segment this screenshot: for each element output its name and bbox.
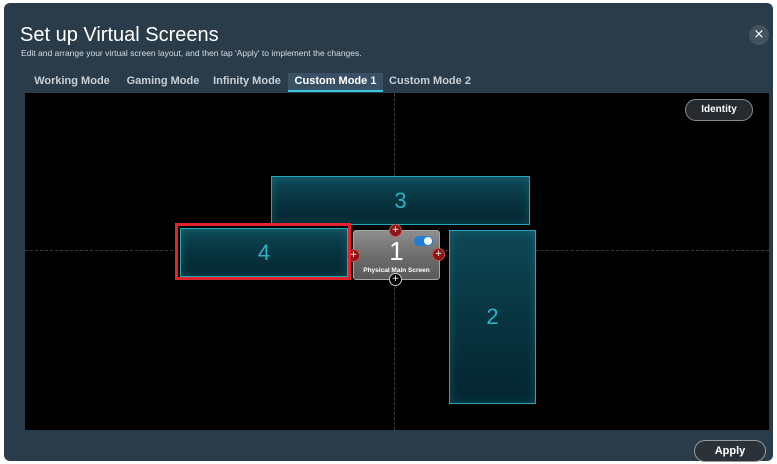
tab-working-mode[interactable]: Working Mode: [24, 73, 120, 90]
plus-icon[interactable]: +: [389, 224, 402, 237]
tab-gaming-mode[interactable]: Gaming Mode: [120, 73, 206, 90]
tab-custom-mode-2[interactable]: Custom Mode 2: [383, 73, 477, 90]
plus-icon[interactable]: +: [389, 273, 402, 286]
apply-button[interactable]: Apply: [694, 440, 766, 462]
screen-toggle-switch[interactable]: [414, 236, 433, 246]
tab-infinity-mode[interactable]: Infinity Mode: [206, 73, 288, 90]
close-icon[interactable]: ×: [749, 25, 769, 45]
dialog-subtitle: Edit and arrange your virtual screen lay…: [21, 48, 362, 58]
selection-highlight: [175, 223, 351, 280]
dialog-title: Set up Virtual Screens: [20, 24, 219, 46]
virtual-screen-number: 3: [394, 188, 407, 213]
tab-custom-mode-1[interactable]: Custom Mode 1: [288, 73, 383, 92]
virtual-screen-3[interactable]: 3: [271, 176, 530, 225]
virtual-screen-number: 2: [486, 304, 499, 329]
virtual-screens-dialog: Set up Virtual Screens Edit and arrange …: [4, 3, 773, 462]
screen-layout-canvas[interactable]: Identity 3 4 2 1 Physical Main Screen + …: [25, 93, 769, 430]
plus-icon[interactable]: +: [432, 248, 445, 261]
identity-button[interactable]: Identity: [685, 99, 753, 121]
virtual-screen-2[interactable]: 2: [449, 230, 536, 404]
